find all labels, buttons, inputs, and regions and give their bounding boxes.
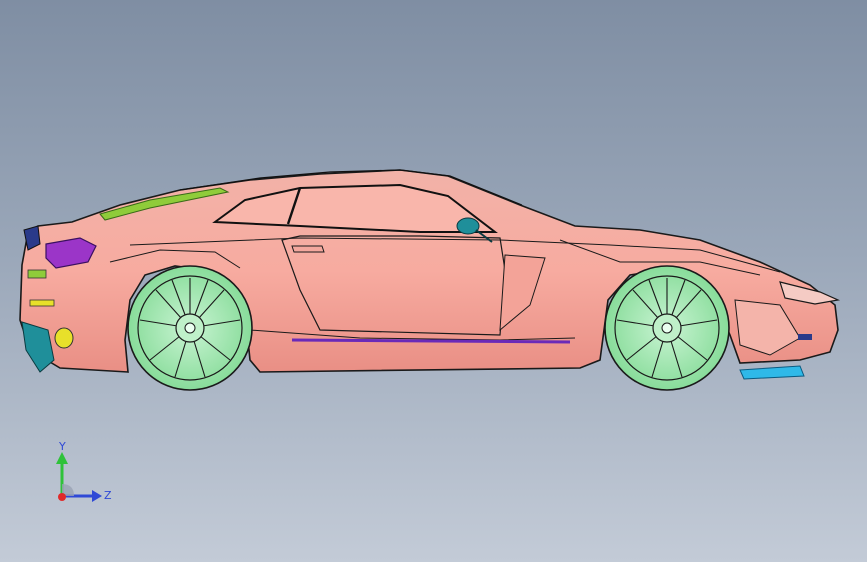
z-axis-label: Z: [104, 489, 112, 502]
cad-viewport[interactable]: Y Z: [0, 0, 867, 562]
rear-marker-yellow: [29, 299, 55, 307]
orientation-triad: Y Z: [56, 440, 112, 502]
y-axis-label: Y: [58, 440, 66, 453]
car-model[interactable]: [0, 0, 867, 562]
front-splitter: [739, 365, 805, 380]
side-mirror: [456, 217, 480, 235]
side-sill-accent: [291, 338, 571, 344]
front-wheel: [604, 265, 730, 391]
rear-wheel: [127, 265, 253, 391]
rear-fog-light: [54, 327, 74, 349]
door-handle: [291, 245, 325, 253]
front-marker-blue: [798, 334, 812, 340]
y-axis-arrowhead: [56, 452, 68, 464]
x-axis-dot: [58, 493, 66, 501]
rear-marker-green: [27, 269, 47, 279]
z-axis-arrowhead: [92, 490, 102, 502]
